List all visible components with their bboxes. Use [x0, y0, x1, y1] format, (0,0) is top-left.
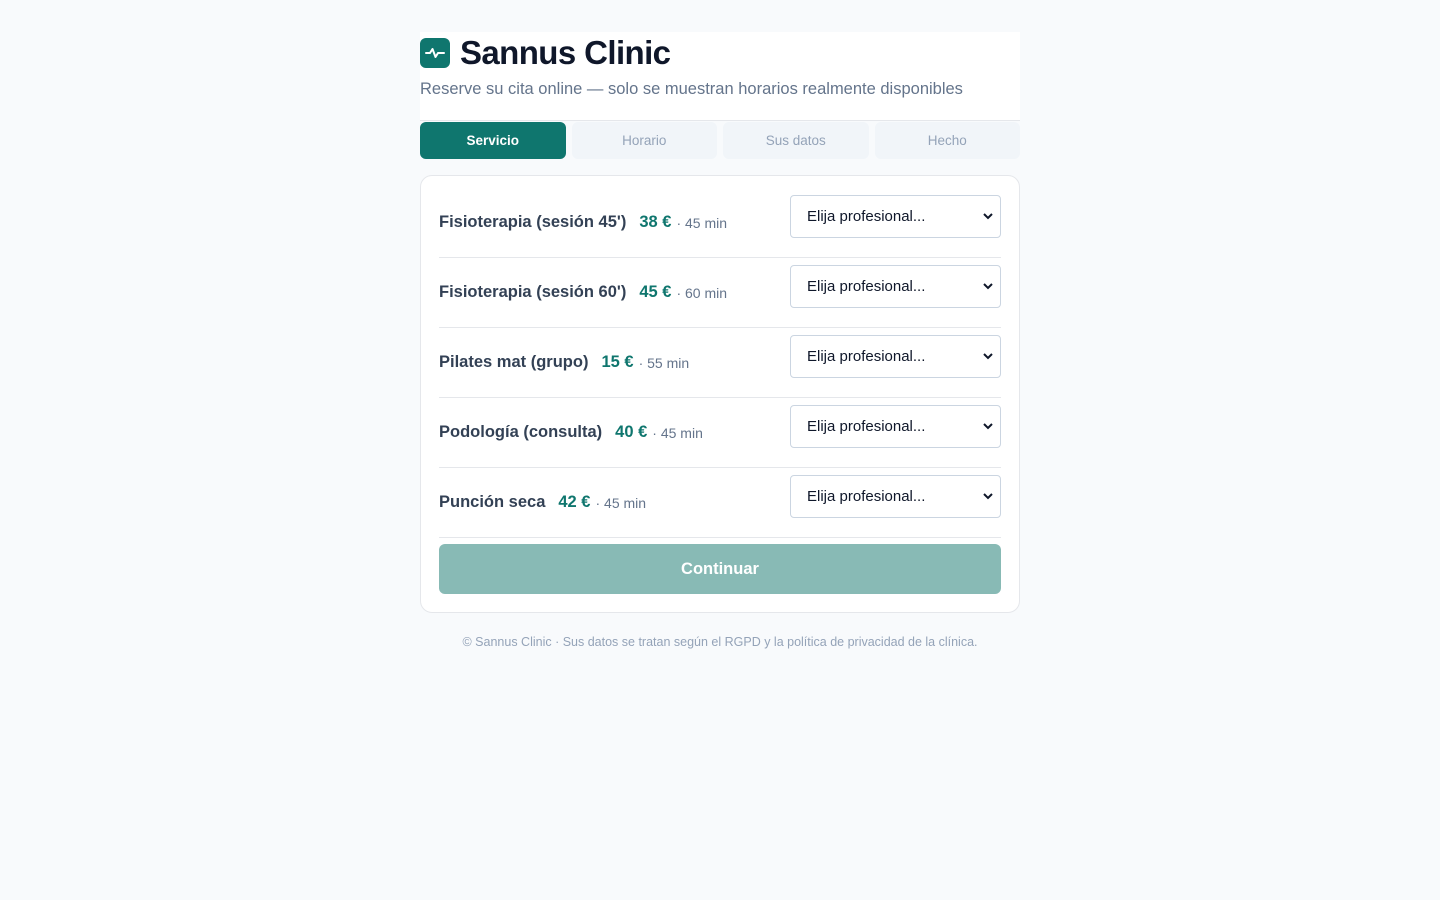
- service-duration: · 45 min: [652, 424, 703, 441]
- professional-select[interactable]: Elija profesional...: [790, 195, 1001, 238]
- chevron-down-icon: [983, 353, 993, 360]
- chevron-down-icon: [983, 423, 993, 430]
- service-name: Podología (consulta): [439, 423, 603, 441]
- select-value: Elija profesional...: [807, 348, 926, 365]
- select-value: Elija profesional...: [807, 488, 926, 505]
- service-price: 40 €: [615, 423, 648, 441]
- service-duration: · 60 min: [676, 284, 728, 301]
- service-name: Pilates mat (grupo): [439, 353, 589, 371]
- chevron-down-icon: [983, 283, 993, 290]
- service-row: Fisioterapia (sesión 45') 38 € · 45 min …: [439, 188, 1001, 258]
- booking-page: Sannus Clinic Reserve su cita online — s…: [420, 32, 1020, 649]
- service-price: 15 €: [601, 353, 634, 371]
- service-duration: · 45 min: [676, 214, 728, 231]
- service-duration: · 55 min: [638, 354, 690, 371]
- chevron-down-icon: [983, 213, 993, 220]
- professional-select[interactable]: Elija profesional...: [790, 265, 1001, 308]
- pulse-icon: [420, 38, 450, 68]
- service-name: Punción seca: [439, 493, 546, 511]
- service-card: Fisioterapia (sesión 45') 38 € · 45 min …: [420, 175, 1020, 613]
- service-row: Pilates mat (grupo) 15 € · 55 min Elija …: [439, 328, 1001, 398]
- brand: Sannus Clinic: [420, 34, 671, 72]
- step-hecho[interactable]: Hecho: [874, 122, 1020, 159]
- step-horario[interactable]: Horario: [571, 122, 717, 159]
- continue-button[interactable]: Continuar: [439, 544, 1001, 594]
- select-value: Elija profesional...: [807, 208, 926, 225]
- header: Sannus Clinic Reserve su cita online — s…: [420, 32, 1020, 121]
- service-duration: · 45 min: [595, 494, 647, 511]
- service-name: Fisioterapia (sesión 60'): [439, 283, 627, 301]
- step-sus-datos[interactable]: Sus datos: [723, 122, 869, 159]
- footer-text: © Sannus Clinic · Sus datos se tratan se…: [462, 635, 978, 649]
- step-indicator: Servicio Horario Sus datos Hecho: [420, 122, 1020, 159]
- service-row: Fisioterapia (sesión 60') 45 € · 60 min …: [439, 258, 1001, 328]
- step-servicio[interactable]: Servicio: [420, 122, 566, 159]
- page-title: Sannus Clinic: [460, 34, 671, 71]
- select-value: Elija profesional...: [807, 278, 926, 295]
- service-price: 42 €: [558, 493, 591, 511]
- service-row: Podología (consulta) 40 € · 45 min Elija…: [439, 398, 1001, 468]
- professional-select[interactable]: Elija profesional...: [790, 405, 1001, 448]
- service-row: Punción seca 42 € · 45 min Elija profesi…: [439, 468, 1001, 538]
- service-price: 38 €: [639, 213, 672, 231]
- select-value: Elija profesional...: [807, 418, 926, 435]
- service-price: 45 €: [639, 283, 672, 301]
- service-name: Fisioterapia (sesión 45'): [439, 213, 627, 231]
- page-subtitle: Reserve su cita online — solo se muestra…: [420, 80, 963, 98]
- chevron-down-icon: [983, 493, 993, 500]
- professional-select[interactable]: Elija profesional...: [790, 335, 1001, 378]
- professional-select[interactable]: Elija profesional...: [790, 475, 1001, 518]
